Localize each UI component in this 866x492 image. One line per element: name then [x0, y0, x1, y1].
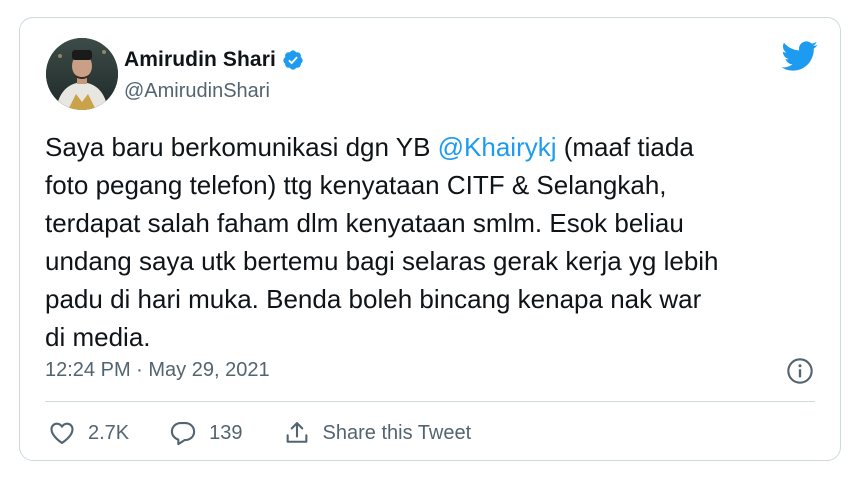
action-bar: 2.7K 139 Share this Tweet [48, 416, 511, 450]
share-icon [286, 422, 307, 443]
avatar[interactable] [46, 38, 118, 110]
author-name[interactable]: Amirudin Shari [124, 48, 276, 72]
heart-icon [50, 422, 74, 444]
tweet-text-part-1: Saya baru berkomunikasi dgn YB [45, 132, 438, 162]
author-name-row[interactable]: Amirudin Shari [124, 48, 304, 72]
twitter-logo-icon[interactable] [780, 40, 818, 72]
reply-count: 139 [209, 421, 243, 444]
reply-icon [171, 422, 196, 446]
tweet-text-part-2: (maaf tiada foto pegang telefon) ttg ken… [45, 132, 719, 352]
profile-photo-icon [46, 38, 118, 110]
divider [45, 401, 815, 402]
like-count: 2.7K [88, 421, 130, 444]
verified-badge-icon [283, 50, 303, 70]
author-handle[interactable]: @AmirudinShari [124, 80, 270, 103]
tweet-timestamp[interactable]: 12:24 PM · May 29, 2021 [45, 359, 270, 382]
share-button[interactable]: Share this Tweet [283, 419, 472, 447]
tweet-card[interactable]: Amirudin Shari @AmirudinShari Saya baru … [19, 17, 841, 461]
like-button[interactable]: 2.7K [48, 419, 129, 447]
info-icon[interactable] [786, 357, 814, 385]
tweet-text: Saya baru berkomunikasi dgn YB @Khairykj… [45, 128, 825, 356]
share-label: Share this Tweet [322, 421, 472, 444]
reply-button[interactable]: 139 [169, 419, 243, 447]
mention-link[interactable]: @Khairykj [438, 132, 557, 162]
